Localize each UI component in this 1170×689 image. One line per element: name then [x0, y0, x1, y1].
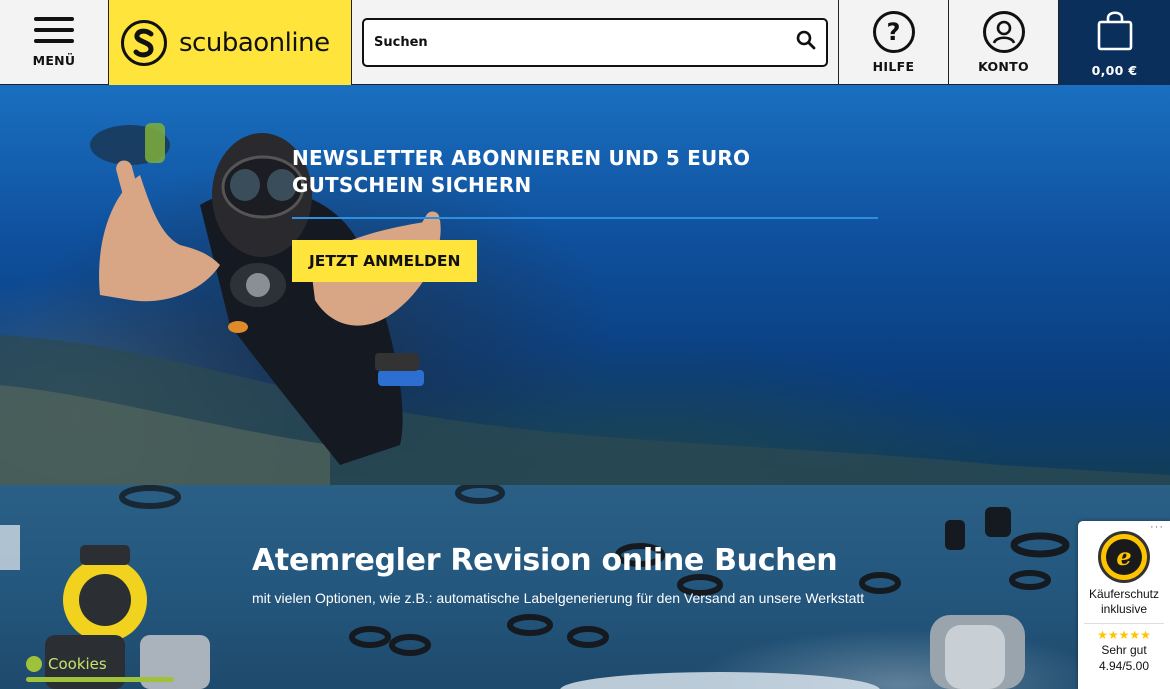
newsletter-banner: NEWSLETTER ABONNIEREN UND 5 EURO GUTSCHE… [0, 85, 1170, 485]
cookies-button[interactable]: Cookies [26, 655, 107, 673]
regulator-revision-banner: Atemregler Revision online Buchen mit vi… [0, 485, 1170, 689]
revision-subtitle: mit vielen Optionen, wie z.B.: automatis… [252, 590, 865, 606]
protection-line1: Käuferschutz [1088, 587, 1160, 601]
search-box [362, 18, 828, 67]
newsletter-title-line1: NEWSLETTER ABONNIEREN UND 5 EURO [292, 146, 751, 170]
rating-value: 4.94/5.00 [1098, 659, 1150, 673]
cookie-icon [26, 656, 42, 672]
trusted-shops-seal-icon: e [1098, 531, 1150, 583]
help-label: HILFE [872, 59, 915, 74]
newsletter-content: NEWSLETTER ABONNIEREN UND 5 EURO GUTSCHE… [292, 145, 878, 282]
logo-s-icon [121, 19, 167, 66]
orings-image [0, 485, 1070, 689]
buyer-protection-text: Käuferschutz inklusive [1078, 587, 1170, 617]
search-input[interactable] [374, 35, 796, 50]
rating-text: Sehr gut [1101, 643, 1147, 657]
divider [292, 217, 878, 219]
protection-line2: inklusive [1100, 602, 1148, 616]
question-icon: ? [872, 11, 915, 53]
cart-button[interactable]: 0,00 € [1059, 0, 1170, 85]
menu-button[interactable]: MENÜ [0, 0, 109, 85]
seal-letter: e [1106, 539, 1142, 575]
subscribe-button[interactable]: JETZT ANMELDEN [292, 240, 478, 282]
shopping-bag-icon [1095, 8, 1135, 57]
account-button[interactable]: KONTO [949, 0, 1059, 85]
revision-title: Atemregler Revision online Buchen [252, 543, 838, 578]
site-header: MENÜ scubaonline ? HILFE KONTO 0,00 € [0, 0, 1170, 85]
logo-text: scubaonline [179, 27, 330, 58]
account-label: KONTO [978, 59, 1029, 74]
cookies-bar [26, 677, 174, 682]
help-button[interactable]: ? HILFE [839, 0, 949, 85]
newsletter-title-line2: GUTSCHEIN SICHERN [292, 173, 532, 197]
badge-divider [1084, 623, 1164, 624]
newsletter-title: NEWSLETTER ABONNIEREN UND 5 EURO GUTSCHE… [292, 145, 878, 199]
search-area [352, 0, 839, 85]
cart-total: 0,00 € [1091, 62, 1138, 78]
more-options-icon[interactable]: ··· [1150, 521, 1164, 533]
menu-label: MENÜ [32, 53, 76, 68]
cookies-label: Cookies [48, 655, 107, 673]
hamburger-icon [34, 17, 74, 43]
user-icon [982, 11, 1025, 53]
rating-stars: ★★★★★ [1097, 628, 1151, 642]
logo-link[interactable]: scubaonline [109, 0, 352, 85]
search-icon[interactable] [796, 30, 816, 55]
trusted-shops-badge[interactable]: ··· e Käuferschutz inklusive ★★★★★ Sehr … [1078, 521, 1170, 689]
